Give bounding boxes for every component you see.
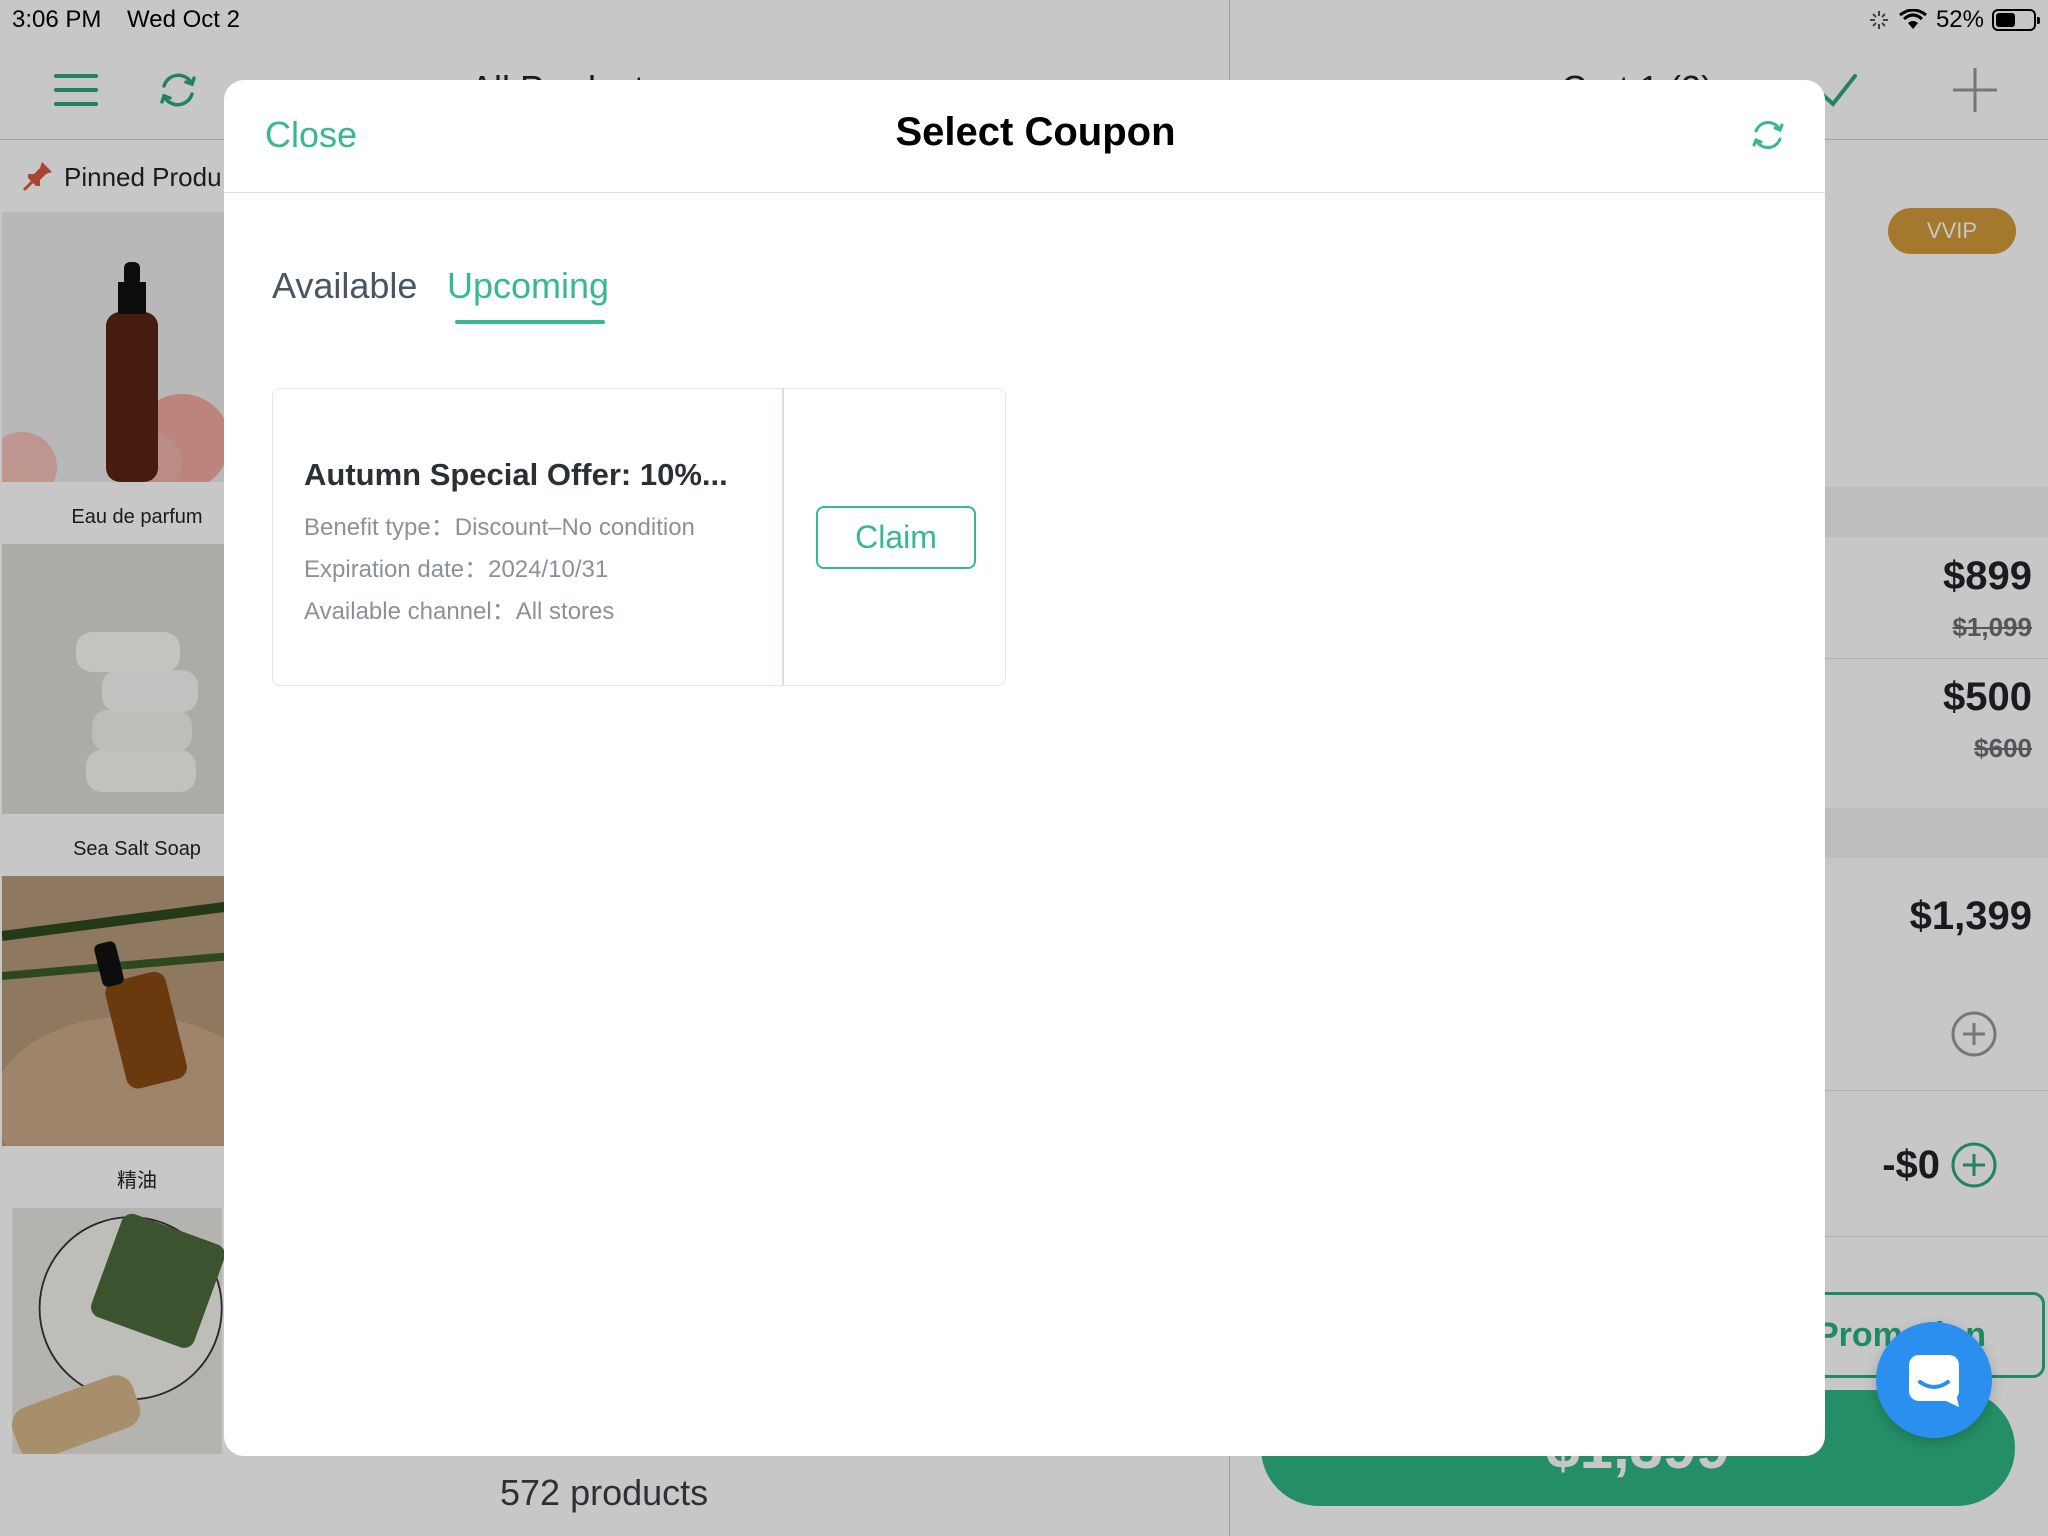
coupon-divider [782,389,784,685]
coupon-card: Autumn Special Offer: 10%... Benefit typ… [272,388,1006,686]
coupon-available-channel: Available channel：All stores [304,598,615,625]
modal-title: Select Coupon [895,110,1176,154]
select-coupon-modal: Close Select Coupon Available Upcoming A… [224,80,1825,1456]
tab-available[interactable]: Available [272,265,417,307]
chat-icon [1909,1355,1959,1407]
modal-header: Close Select Coupon [224,80,1825,193]
coupon-expiration-date: Expiration date：2024/10/31 [304,556,609,583]
refresh-icon[interactable] [1749,116,1787,154]
coupon-benefit-type: Benefit type：Discount–No condition [304,514,695,541]
active-tab-indicator [455,320,605,324]
chat-button[interactable] [1876,1322,1992,1438]
claim-button[interactable]: Claim [816,506,976,569]
tab-upcoming[interactable]: Upcoming [447,265,609,307]
coupon-title: Autumn Special Offer: 10%... [304,457,728,492]
